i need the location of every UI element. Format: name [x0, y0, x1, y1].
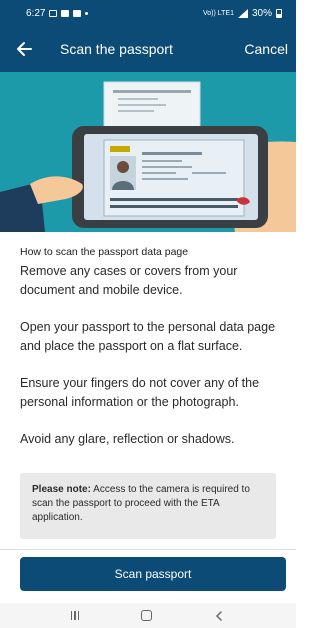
camera-note: Please note: Access to the camera is req…: [20, 473, 276, 539]
instructions-heading: How to scan the passport data page: [20, 246, 189, 258]
passport-text-line: [142, 152, 202, 155]
passport-line: [113, 90, 191, 93]
status-left: 6:27: [26, 7, 89, 19]
instruction-item: Avoid any glare, reflection or shadows.: [20, 432, 235, 446]
passport-line: [118, 98, 158, 100]
app-bar: Scan the passport Cancel: [0, 26, 296, 72]
nav-recents-icon[interactable]: [70, 611, 80, 620]
cancel-button[interactable]: Cancel: [244, 41, 288, 57]
page-title: Scan the passport: [60, 41, 173, 57]
mrz-line: [110, 198, 238, 201]
recents-bar: [70, 611, 73, 620]
footer-divider: [0, 549, 296, 550]
app-notification-icon: [61, 9, 70, 17]
signal-bars-icon: [237, 8, 248, 18]
passport-text-line: [142, 166, 192, 168]
status-time: 6:27: [26, 7, 46, 19]
gallery-notification-icon: [49, 9, 58, 17]
nav-back-icon[interactable]: [213, 610, 225, 622]
instruction-item: Open your passport to the personal data …: [20, 320, 276, 353]
passport-line: [118, 110, 154, 112]
photo-head: [117, 161, 129, 173]
passport-text-line: [142, 172, 176, 174]
passport-text-line: [142, 178, 188, 180]
status-right: Vo)) LTE1 30%: [203, 8, 282, 19]
instruction-item: Ensure your fingers do not cover any of …: [20, 376, 260, 409]
more-notifications-icon: [85, 11, 89, 15]
passport-text-line: [142, 160, 182, 162]
recents-bar: [74, 611, 76, 620]
recents-bar: [77, 611, 80, 620]
passport-line: [118, 104, 166, 106]
signal-indicator: Vo)) LTE1: [202, 9, 234, 17]
battery-percent: 30%: [251, 7, 272, 19]
message-notification-icon: [73, 9, 82, 17]
passport-chip: [110, 146, 130, 152]
mrz-line: [110, 205, 238, 208]
status-bar: 6:27 Vo)) LTE1 30%: [0, 0, 296, 26]
instruction-item: Remove any cases or covers from your doc…: [20, 264, 238, 297]
passport-illustration: [0, 72, 296, 232]
passport-text-line: [192, 172, 226, 174]
back-arrow-icon[interactable]: [14, 38, 36, 60]
passport-scan-illustration: [0, 81, 296, 232]
nav-home-icon[interactable]: [140, 610, 152, 621]
system-nav-bar: [0, 603, 296, 628]
battery-icon: [276, 8, 282, 18]
scan-passport-button[interactable]: Scan passport: [20, 557, 286, 591]
note-label: Please note:: [32, 484, 91, 495]
